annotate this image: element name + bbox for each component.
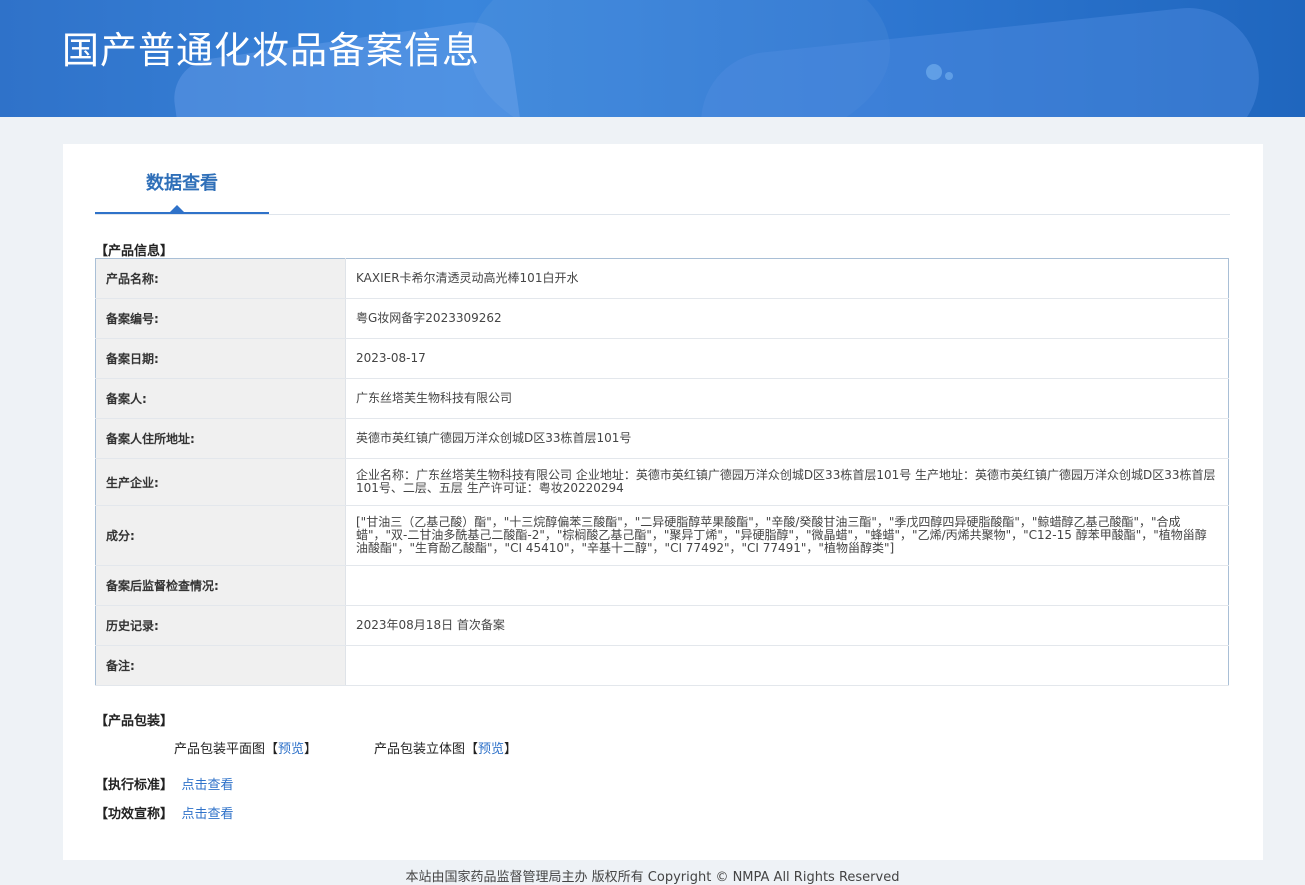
standard-view-link[interactable]: 点击查看 <box>182 778 234 793</box>
page-title: 国产普通化妆品备案信息 <box>62 29 480 72</box>
table-row: 成分: ["甘油三（乙基己酸）酯"，"十三烷醇偏苯三酸酯"，"二异硬脂醇苹果酸酯… <box>95 505 1229 566</box>
banner-dot <box>945 72 953 80</box>
table-row: 备案编号: 粤G妆网备字2023309262 <box>95 298 1229 339</box>
row-key: 备案编号: <box>95 298 346 339</box>
bracket-close: 】 <box>304 742 318 757</box>
packaging-section-label: 【产品包装】 <box>95 714 174 729</box>
row-value: 英德市英红镇广德园万洋众创城D区33栋首层101号 <box>345 418 1229 459</box>
table-row: 产品名称: KAXIER卡希尔清透灵动高光棒101白开水 <box>95 258 1229 299</box>
flat-preview-link[interactable]: 预览 <box>278 742 304 757</box>
row-key: 生产企业: <box>95 458 346 506</box>
row-key: 备案人住所地址: <box>95 418 346 459</box>
row-value: 粤G妆网备字2023309262 <box>345 298 1229 339</box>
standard-section-label: 【执行标准】 <box>95 778 174 793</box>
efficacy-section-label: 【功效宣称】 <box>95 807 174 822</box>
row-key: 备注: <box>95 645 346 686</box>
table-row: 备注: <box>95 645 1229 686</box>
package-flat-image-row: 产品包装平面图【预览】 <box>174 738 317 757</box>
tab-data-view[interactable]: 数据查看 <box>95 144 269 214</box>
row-key: 产品名称: <box>95 258 346 299</box>
tab-bar: 数据查看 <box>95 144 1230 215</box>
table-row: 历史记录: 2023年08月18日 首次备案 <box>95 605 1229 646</box>
row-key: 备案后监督检查情况: <box>95 565 346 606</box>
active-tab-caret-icon <box>170 205 184 212</box>
solid-preview-link[interactable]: 预览 <box>478 742 504 757</box>
footer-copyright: 本站由国家药品监督管理局主办 版权所有 Copyright © NMPA All… <box>405 870 900 885</box>
tab-label: 数据查看 <box>146 173 218 194</box>
product-info-section-label: 【产品信息】 <box>95 244 174 259</box>
table-row: 备案后监督检查情况: <box>95 565 1229 606</box>
banner-dot <box>926 64 942 80</box>
row-key: 历史记录: <box>95 605 346 646</box>
row-value: 广东丝塔芙生物科技有限公司 <box>345 378 1229 419</box>
package-flat-label: 产品包装平面图 <box>174 742 266 757</box>
efficacy-view-link[interactable]: 点击查看 <box>182 807 234 822</box>
bracket-open: 【 <box>465 742 479 757</box>
bracket-close: 】 <box>504 742 518 757</box>
package-solid-label: 产品包装立体图 <box>374 742 466 757</box>
table-row: 备案日期: 2023-08-17 <box>95 338 1229 379</box>
standard-row: 【执行标准】 点击查看 <box>95 774 234 793</box>
row-value: 企业名称：广东丝塔芙生物科技有限公司 企业地址：英德市英红镇广德园万洋众创城D区… <box>345 458 1229 506</box>
row-value: ["甘油三（乙基己酸）酯"，"十三烷醇偏苯三酸酯"，"二异硬脂醇苹果酸酯"，"辛… <box>345 505 1229 566</box>
row-value: 2023年08月18日 首次备案 <box>345 605 1229 646</box>
row-key: 成分: <box>95 505 346 566</box>
product-info-table: 产品名称: KAXIER卡希尔清透灵动高光棒101白开水 备案编号: 粤G妆网备… <box>95 258 1229 686</box>
efficacy-row: 【功效宣称】 点击查看 <box>95 803 234 822</box>
package-solid-image-row: 产品包装立体图【预览】 <box>374 738 517 757</box>
row-key: 备案日期: <box>95 338 346 379</box>
row-value <box>345 565 1229 606</box>
table-row: 生产企业: 企业名称：广东丝塔芙生物科技有限公司 企业地址：英德市英红镇广德园万… <box>95 458 1229 506</box>
header-banner: 国产普通化妆品备案信息 <box>0 0 1305 117</box>
row-value: KAXIER卡希尔清透灵动高光棒101白开水 <box>345 258 1229 299</box>
table-row: 备案人: 广东丝塔芙生物科技有限公司 <box>95 378 1229 419</box>
row-value: 2023-08-17 <box>345 338 1229 379</box>
table-row: 备案人住所地址: 英德市英红镇广德园万洋众创城D区33栋首层101号 <box>95 418 1229 459</box>
bracket-open: 【 <box>265 742 279 757</box>
row-value <box>345 645 1229 686</box>
row-key: 备案人: <box>95 378 346 419</box>
content-card: 数据查看 【产品信息】 产品名称: KAXIER卡希尔清透灵动高光棒101白开水… <box>63 144 1263 860</box>
